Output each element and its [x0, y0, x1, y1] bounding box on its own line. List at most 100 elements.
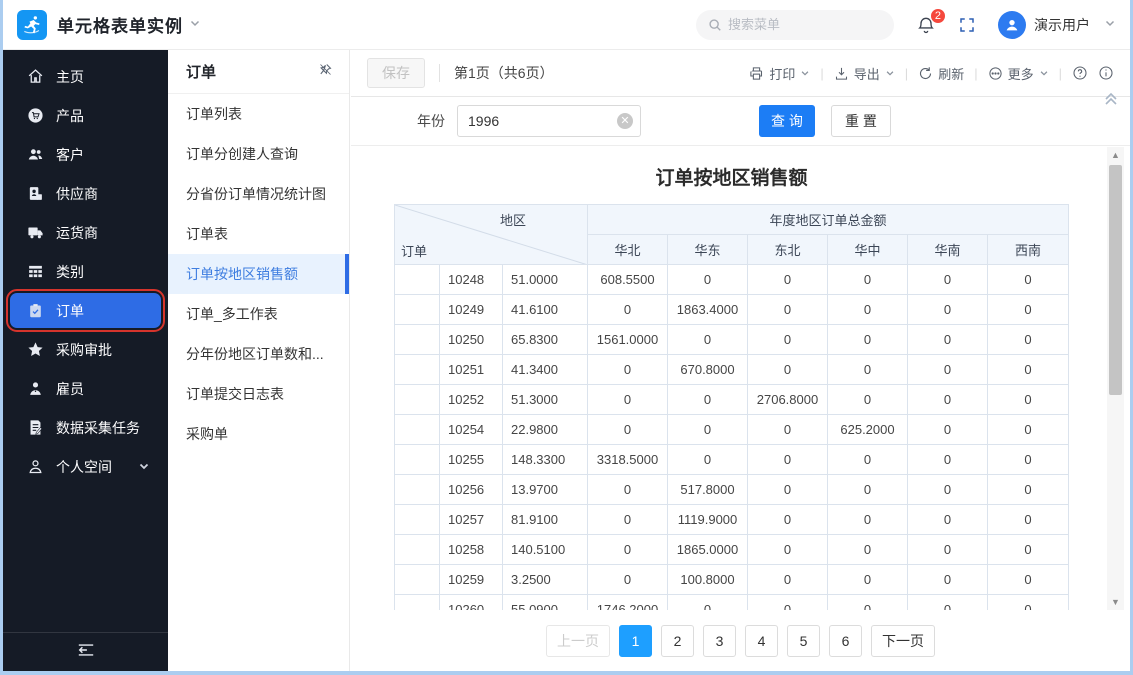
- print-button[interactable]: 打印: [749, 64, 810, 83]
- scrollbar-thumb[interactable]: [1109, 165, 1122, 395]
- region-value-cell[interactable]: 0: [908, 535, 988, 565]
- region-value-cell[interactable]: 0: [748, 415, 828, 445]
- region-value-cell[interactable]: 0: [668, 385, 748, 415]
- page-button-6[interactable]: 6: [829, 625, 862, 657]
- refresh-button[interactable]: 刷新: [918, 64, 964, 83]
- row-spacer-cell[interactable]: [395, 475, 440, 505]
- region-value-cell[interactable]: 0: [668, 415, 748, 445]
- row-spacer-cell[interactable]: [395, 445, 440, 475]
- sidebar-item-employee[interactable]: 雇员: [3, 369, 168, 408]
- region-value-cell[interactable]: 608.5500: [588, 265, 668, 295]
- year-input[interactable]: [457, 105, 641, 137]
- more-button[interactable]: 更多: [988, 64, 1049, 83]
- region-value-cell[interactable]: 0: [668, 325, 748, 355]
- region-value-cell[interactable]: 0: [828, 325, 908, 355]
- order-amount-cell[interactable]: 41.6100: [503, 295, 588, 325]
- submenu-item[interactable]: 采购单: [168, 414, 349, 454]
- region-value-cell[interactable]: 0: [828, 565, 908, 595]
- row-spacer-cell[interactable]: [395, 265, 440, 295]
- region-value-cell[interactable]: 0: [908, 385, 988, 415]
- region-value-cell[interactable]: 0: [988, 535, 1069, 565]
- region-value-cell[interactable]: 0: [748, 265, 828, 295]
- row-spacer-cell[interactable]: [395, 355, 440, 385]
- region-value-cell[interactable]: 0: [908, 295, 988, 325]
- region-value-cell[interactable]: 0: [748, 325, 828, 355]
- region-value-cell[interactable]: 0: [988, 505, 1069, 535]
- region-value-cell[interactable]: 0: [588, 505, 668, 535]
- collapse-query-panel-icon[interactable]: [1104, 91, 1118, 112]
- sidebar-item-shipper[interactable]: 运货商: [3, 213, 168, 252]
- region-value-cell[interactable]: 0: [988, 595, 1069, 611]
- prev-page-button[interactable]: 上一页: [546, 625, 610, 657]
- region-value-cell[interactable]: 0: [748, 505, 828, 535]
- row-spacer-cell[interactable]: [395, 385, 440, 415]
- order-id-cell[interactable]: 10260: [440, 595, 503, 611]
- region-value-cell[interactable]: 0: [908, 445, 988, 475]
- fullscreen-button[interactable]: [958, 16, 976, 34]
- region-value-cell[interactable]: 0: [748, 595, 828, 611]
- region-value-cell[interactable]: 0: [668, 595, 748, 611]
- region-value-cell[interactable]: 1746.2000: [588, 595, 668, 611]
- region-value-cell[interactable]: 0: [588, 355, 668, 385]
- region-value-cell[interactable]: 3318.5000: [588, 445, 668, 475]
- region-value-cell[interactable]: 0: [588, 535, 668, 565]
- region-value-cell[interactable]: 0: [748, 475, 828, 505]
- sidebar-item-personal-space[interactable]: 个人空间: [3, 447, 168, 486]
- region-value-cell[interactable]: 0: [748, 535, 828, 565]
- order-id-cell[interactable]: 10255: [440, 445, 503, 475]
- row-spacer-cell[interactable]: [395, 565, 440, 595]
- menu-search-box[interactable]: [696, 10, 894, 40]
- region-value-cell[interactable]: 0: [588, 295, 668, 325]
- sidebar-collapse-button[interactable]: [3, 632, 168, 671]
- order-id-cell[interactable]: 10256: [440, 475, 503, 505]
- region-value-cell[interactable]: 0: [748, 445, 828, 475]
- region-value-cell[interactable]: 0: [748, 295, 828, 325]
- region-value-cell[interactable]: 0: [828, 505, 908, 535]
- order-amount-cell[interactable]: 3.2500: [503, 565, 588, 595]
- region-value-cell[interactable]: 0: [988, 415, 1069, 445]
- row-spacer-cell[interactable]: [395, 535, 440, 565]
- region-value-cell[interactable]: 0: [828, 445, 908, 475]
- region-value-cell[interactable]: 0: [828, 475, 908, 505]
- app-switcher-chevron-icon[interactable]: [189, 16, 201, 34]
- order-amount-cell[interactable]: 55.0900: [503, 595, 588, 611]
- region-value-cell[interactable]: 0: [588, 565, 668, 595]
- query-button[interactable]: 查 询: [759, 105, 815, 137]
- order-id-cell[interactable]: 10249: [440, 295, 503, 325]
- region-value-cell[interactable]: 0: [908, 475, 988, 505]
- order-amount-cell[interactable]: 13.9700: [503, 475, 588, 505]
- notifications-button[interactable]: 2: [916, 15, 936, 35]
- order-id-cell[interactable]: 10258: [440, 535, 503, 565]
- region-value-cell[interactable]: 0: [908, 505, 988, 535]
- region-value-cell[interactable]: 0: [908, 355, 988, 385]
- unpin-icon[interactable]: [318, 62, 333, 82]
- region-value-cell[interactable]: 0: [828, 595, 908, 611]
- region-value-cell[interactable]: 0: [908, 595, 988, 611]
- region-value-cell[interactable]: 0: [668, 445, 748, 475]
- region-value-cell[interactable]: 0: [828, 355, 908, 385]
- region-value-cell[interactable]: 0: [908, 415, 988, 445]
- region-value-cell[interactable]: 0: [908, 265, 988, 295]
- submenu-item[interactable]: 订单分创建人查询: [168, 134, 349, 174]
- sidebar-item-supplier[interactable]: 供应商: [3, 174, 168, 213]
- region-value-cell[interactable]: 0: [908, 325, 988, 355]
- region-value-cell[interactable]: 1561.0000: [588, 325, 668, 355]
- region-value-cell[interactable]: 0: [588, 415, 668, 445]
- vertical-scrollbar[interactable]: ▲ ▼: [1107, 147, 1124, 610]
- row-spacer-cell[interactable]: [395, 325, 440, 355]
- region-value-cell[interactable]: 0: [828, 535, 908, 565]
- submenu-item[interactable]: 分年份地区订单数和...: [168, 334, 349, 374]
- page-button-3[interactable]: 3: [703, 625, 736, 657]
- order-amount-cell[interactable]: 81.9100: [503, 505, 588, 535]
- order-amount-cell[interactable]: 65.8300: [503, 325, 588, 355]
- order-amount-cell[interactable]: 22.9800: [503, 415, 588, 445]
- region-value-cell[interactable]: 2706.8000: [748, 385, 828, 415]
- sidebar-item-category[interactable]: 类别: [3, 252, 168, 291]
- submenu-item[interactable]: 订单表: [168, 214, 349, 254]
- region-value-cell[interactable]: 0: [748, 355, 828, 385]
- region-value-cell[interactable]: 0: [748, 565, 828, 595]
- region-value-cell[interactable]: 0: [988, 565, 1069, 595]
- region-value-cell[interactable]: 517.8000: [668, 475, 748, 505]
- row-spacer-cell[interactable]: [395, 505, 440, 535]
- submenu-item[interactable]: 订单_多工作表: [168, 294, 349, 334]
